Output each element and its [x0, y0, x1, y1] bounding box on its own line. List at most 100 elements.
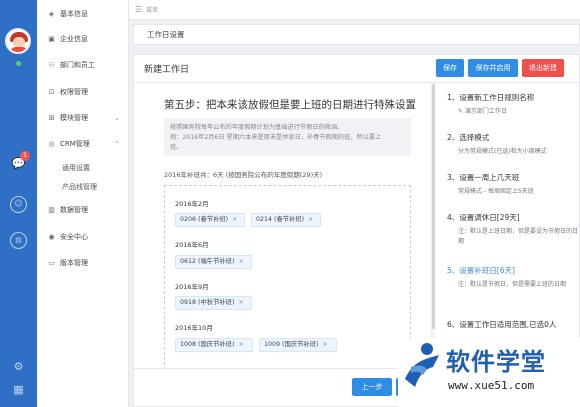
step-title: 4、设置调休日[29天]: [447, 213, 520, 222]
month-label: 2016年9月: [175, 283, 209, 291]
lock-icon: ⊡: [48, 88, 55, 96]
sidebar-item-security[interactable]: ◉ 安全中心: [37, 229, 129, 245]
date-tag-label: 1008 (国庆节补班): [180, 341, 235, 348]
step-item[interactable]: 3、设置一周上几天班 常规模式 - 每周固定上5天班: [447, 172, 579, 197]
step-item[interactable]: 1、设置新工作日规则名称 ✎ 演示部门工作日: [447, 92, 579, 117]
sidebar-item-label: 权限管理: [60, 88, 88, 96]
page-title: 工作日设置: [133, 24, 580, 45]
chevron-down-icon: ⌄: [114, 114, 120, 122]
date-tag-label: 0214 (春节补班): [256, 216, 305, 223]
panel-footer: 上一步: [134, 368, 431, 406]
extra-workdays-summary: 2016年补班共：6天 (按国务院公布的年度假期(29)天): [164, 171, 323, 179]
sidebar-item-version[interactable]: ▭ 版本管理: [37, 255, 129, 271]
date-tag: 0206 (春节补班) ×: [175, 213, 245, 227]
close-icon[interactable]: ×: [308, 216, 313, 223]
step-description: ✎ 演示部门工作日: [458, 108, 507, 115]
date-tag-label: 0206 (春节补班): [180, 216, 229, 223]
step-item[interactable]: 2、选择模式 分为常规模式(已选)和大小周模式: [447, 132, 579, 157]
notice-line: 按照国务院每年公布的年度假期计划为基础进行节假日的微调。: [170, 124, 344, 131]
step-description: 常规模式 - 每周固定上5天班: [458, 188, 534, 195]
step-title: 6、设置工作日适用范围,已选0人: [447, 320, 557, 329]
step-title: 2、选择模式: [447, 133, 490, 142]
sidebar-menu: ◈ 基本信息 ▣ 企业信息 ⚇ 部门和员工 ⊡ 权限管理 ⊞ 模块管理 ⌄ ◎ …: [37, 0, 129, 407]
sidebar-item-label: 部门和员工: [60, 61, 95, 69]
close-icon[interactable]: ×: [238, 258, 243, 265]
previous-step-button[interactable]: 上一步: [352, 378, 392, 396]
watermark-logo-icon: [405, 343, 439, 387]
date-tag: 1009 (国庆节补班) ×: [259, 338, 337, 352]
info-notice: 按照国务院每年公布的年度假期计划为基础进行节假日的微调。 例：2016年2月6日…: [164, 118, 411, 156]
avatar[interactable]: [5, 28, 31, 54]
version-icon: ▭: [48, 259, 55, 267]
sidebar-item-company-info[interactable]: ▣ 企业信息: [37, 31, 129, 47]
modules-icon: ⊞: [48, 114, 55, 122]
chevron-up-icon: ⌃: [114, 140, 120, 148]
month-label: 2016年10月: [175, 324, 213, 332]
crm-icon: ◎: [48, 140, 55, 148]
document-icon[interactable]: ▤: [10, 232, 27, 249]
save-button[interactable]: 保存: [436, 59, 464, 77]
step-title: 1、设置新工作日规则名称: [447, 93, 535, 102]
sidebar-item-label: 数据管理: [60, 206, 88, 214]
date-tag: 1008 (国庆节补班) ×: [175, 338, 253, 352]
sidebar-item-label: 基本信息: [60, 10, 88, 18]
breadcrumb: 菜单: [146, 7, 159, 14]
hamburger-icon[interactable]: ☰: [135, 5, 142, 14]
top-bar: ☰ 菜单: [129, 0, 580, 20]
panel-title: 新建工作日: [144, 65, 190, 75]
watermark-text: 软件学堂: [446, 348, 546, 376]
close-icon[interactable]: ×: [238, 299, 243, 306]
month-label: 2016年2月: [175, 200, 209, 208]
notice-line: 例：2016年2月6日 星期六本来是周末是休息日，补春节假期的班，所以要上: [170, 134, 382, 141]
step-title: 3、设置一周上几天班: [447, 173, 520, 182]
left-icon-rail: 💬 1 ☺ ▤ ⚙ ▦: [0, 0, 37, 407]
smile-icon[interactable]: ☺: [10, 196, 27, 213]
online-status-dot: [16, 61, 21, 66]
sidebar-item-departments[interactable]: ⚇ 部门和员工: [37, 57, 129, 73]
step-description: 注：默认是上班日期，但是要设为节假日的日期: [458, 228, 579, 245]
sidebar-item-label: 企业信息: [60, 35, 88, 43]
shield-icon: ◉: [48, 233, 55, 241]
step-item[interactable]: 4、设置调休日[29天] 注：默认是上班日期，但是要设为节假日的日期: [447, 212, 579, 247]
step-description: 注：默认是节假日，但是需要上班的日期: [458, 281, 567, 288]
date-tag-label: 0612 (端午节补班): [180, 258, 235, 265]
watermark: 软件学堂 www.xue51.com: [398, 338, 580, 407]
step-description: 分为常规模式(已选)和大小周模式: [458, 148, 547, 155]
grid-icon[interactable]: ▦: [10, 381, 27, 398]
close-icon[interactable]: ×: [232, 216, 237, 223]
sidebar-item-label: 安全中心: [60, 233, 88, 241]
save-and-enable-button[interactable]: 保存并启用: [468, 59, 518, 77]
sidebar-item-basic-info[interactable]: ◈ 基本信息: [37, 6, 129, 22]
notice-line: 班。: [170, 144, 183, 151]
close-icon[interactable]: ×: [322, 341, 327, 348]
month-label: 2016年6月: [175, 241, 209, 249]
sidebar-item-label: 版本管理: [60, 259, 88, 267]
sidebar-item-permissions[interactable]: ⊡ 权限管理: [37, 84, 129, 100]
sidebar-subitem-general[interactable]: 通用设置: [37, 161, 129, 175]
watermark-url: www.xue51.com: [448, 379, 535, 392]
users-icon: ⚇: [48, 61, 55, 69]
special-days-box: 2016年2月 0206 (春节补班) × 0214 (春节补班) × 2016年6…: [164, 185, 411, 375]
date-tag-label: 1009 (国庆节补班): [264, 341, 319, 348]
exit-create-button[interactable]: 退出新建: [522, 59, 564, 77]
step-heading: 第五步：把本来该放假但是要上班的日期进行特殊设置: [164, 99, 416, 111]
sidebar-item-modules[interactable]: ⊞ 模块管理 ⌄: [37, 110, 129, 126]
sidebar-item-label: 模块管理: [60, 114, 88, 122]
sidebar-subitem-product-line[interactable]: 产品线管理: [37, 180, 129, 194]
step-title: 5、设置补班日[6天]: [447, 266, 515, 275]
date-tag: 0612 (端午节补班) ×: [175, 255, 252, 269]
date-tag-label: 0918 (中秋节补班): [180, 299, 235, 306]
sidebar-item-data[interactable]: ▥ 数据管理: [37, 202, 129, 218]
gear-icon[interactable]: ⚙: [10, 358, 27, 375]
step-item-active[interactable]: 5、设置补班日[6天] 注：默认是节假日，但是需要上班的日期: [447, 265, 579, 290]
step-item[interactable]: 6、设置工作日适用范围,已选0人: [447, 319, 579, 330]
scrollbar-thumb[interactable]: [432, 84, 435, 329]
sidebar-item-crm[interactable]: ◎ CRM管理 ⌃: [37, 136, 129, 152]
building-icon: ▣: [48, 35, 55, 43]
sidebar-item-label: CRM管理: [60, 140, 90, 148]
panel-header: 新建工作日 保存 保存并启用 退出新建: [134, 55, 579, 83]
date-tag: 0918 (中秋节补班) ×: [175, 296, 252, 310]
date-tag: 0214 (春节补班) ×: [251, 213, 321, 227]
layers-icon: ◈: [48, 10, 55, 18]
close-icon[interactable]: ×: [238, 341, 243, 348]
